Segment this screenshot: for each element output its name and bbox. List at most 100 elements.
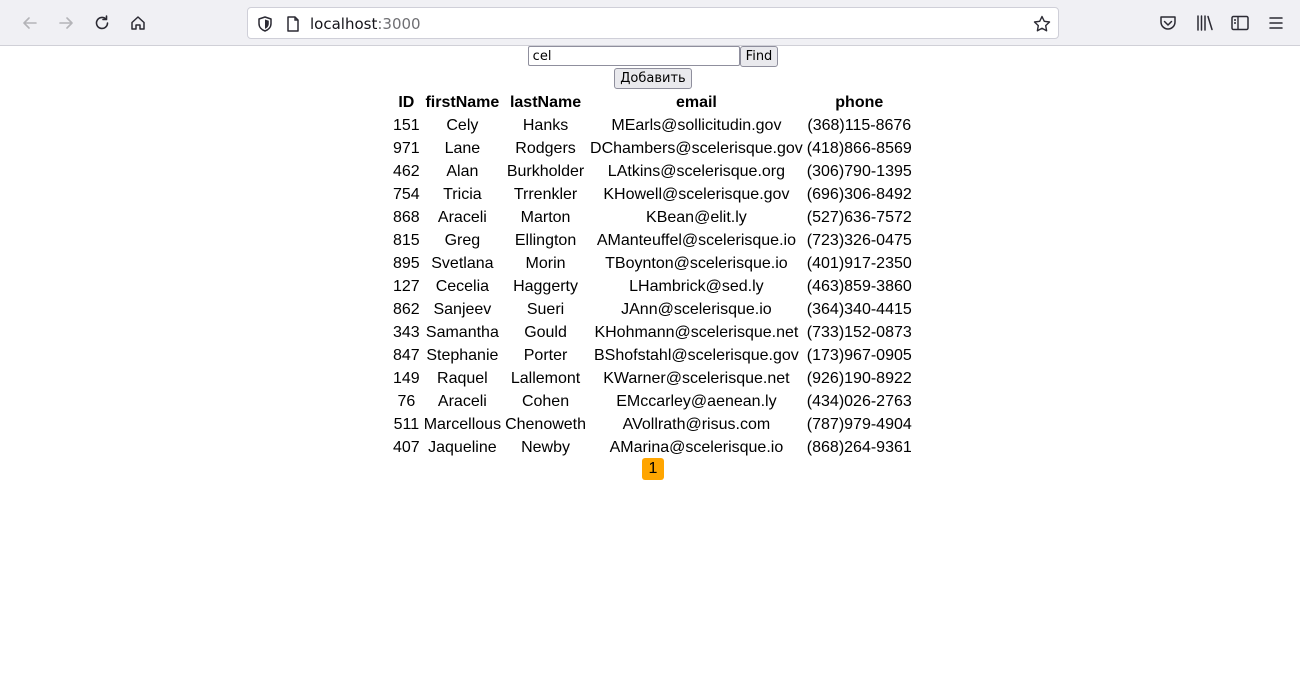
cell-email: MEarls@sollicitudin.gov [611,117,782,134]
url-text[interactable]: localhost:3000 [310,14,421,34]
forward-button[interactable] [52,9,80,37]
shield-icon[interactable] [256,15,274,33]
cell-email: KWarner@scelerisque.net [603,370,790,387]
cell-id: 754 [393,186,420,203]
column-header-email: email [675,94,717,111]
cell-firstname: Marcellous [423,416,502,433]
cell-phone: (434)026-2763 [806,393,912,410]
cell-phone: (787)979-4904 [806,416,912,433]
cell-lastname: Burkholder [506,163,585,180]
table-row: 895 Svetlana Morin TBoynton@scelerisque.io (… [392,253,913,274]
cell-lastname: Morin [525,255,566,272]
cell-firstname: Araceli [437,209,487,226]
add-button[interactable]: Добавить [614,68,692,89]
page-button-1[interactable]: 1 [642,458,664,480]
cell-id: 127 [393,278,420,295]
reload-icon [95,15,109,30]
cell-phone: (723)326-0475 [806,232,912,249]
library-icon[interactable] [1194,12,1216,34]
home-button[interactable] [124,9,152,37]
home-icon [131,16,145,30]
arrow-left-icon [23,17,37,29]
column-header-firstname: firstName [425,94,500,111]
cell-email: JAnn@scelerisque.io [621,301,772,318]
cell-firstname: Cely [446,117,479,134]
cell-phone: (463)859-3860 [806,278,912,295]
page-content: Find Добавить ID firstName lastName emai… [6,46,1300,700]
find-button[interactable]: Find [739,46,779,67]
cell-id: 76 [397,393,416,410]
table-row: 847 Stephanie Porter BShofstahl@scelerisque… [392,345,913,366]
sidebar-icon[interactable] [1229,12,1251,34]
cell-phone: (926)190-8922 [806,370,912,387]
table-row: 462 Alan Burkholder LAtkins@scelerisque.org… [392,161,913,182]
search-input[interactable] [527,46,740,66]
cell-email: AMarina@scelerisque.io [609,439,784,456]
cell-id: 343 [393,324,420,341]
cell-firstname: Raquel [437,370,488,387]
cell-lastname: Rodgers [515,140,576,157]
column-header-id: ID [398,94,415,111]
menu-icon[interactable] [1265,12,1287,34]
back-button[interactable] [16,9,44,37]
cell-firstname: Jaqueline [428,439,497,456]
cell-lastname: Haggerty [513,278,578,295]
cell-lastname: Sueri [526,301,565,318]
cell-id: 407 [393,439,420,456]
cell-phone: (868)264-9361 [806,439,912,456]
cell-email: DChambers@scelerisque.gov [590,140,803,157]
cell-email: BShofstahl@scelerisque.gov [594,347,799,364]
table-row: 868 Araceli Marton KBean@elit.ly (527)636-75… [392,207,913,228]
cell-lastname: Ellington [514,232,577,249]
reload-button[interactable] [88,9,116,37]
cell-firstname: Tricia [443,186,482,203]
cell-email: LAtkins@scelerisque.org [607,163,786,180]
cell-id: 511 [393,416,420,433]
address-bar[interactable]: localhost:3000 [247,7,1059,39]
cell-firstname: Svetlana [431,255,494,272]
cell-firstname: Greg [444,232,481,249]
table-row: 76 Araceli Cohen EMccarley@aenean.ly (434)02… [392,391,913,412]
add-row: Добавить [6,68,1300,89]
cell-lastname: Hanks [522,117,569,134]
cell-phone: (364)340-4415 [806,301,912,318]
cell-email: EMccarley@aenean.ly [616,393,777,410]
cell-firstname: Araceli [437,393,487,410]
table-row: 343 Samantha Gould KHohmann@scelerisque.net… [392,322,913,343]
cell-email: AVollrath@risus.com [622,416,771,433]
table-row: 511 Marcellous Chenoweth AVollrath@risus.co… [392,414,913,435]
cell-lastname: Trrenkler [513,186,578,203]
cell-phone: (418)866-8569 [806,140,912,157]
table-row: 127 Cecelia Haggerty LHambrick@sed.ly (463)8… [392,276,913,297]
cell-phone: (696)306-8492 [806,186,912,203]
table-row: 151 Cely Hanks MEarls@sollicitudin.gov (368)… [392,115,913,136]
cell-phone: (368)115-8676 [807,117,912,134]
cell-lastname: Cohen [521,393,570,410]
table-row: 971 Lane Rodgers DChambers@scelerisque.gov(… [392,138,913,159]
cell-firstname: Samantha [425,324,499,341]
cell-email: LHambrick@sed.ly [629,278,764,295]
table-body: 151 Cely Hanks MEarls@sollicitudin.gov (368)… [392,115,913,458]
cell-lastname: Lallemont [510,370,581,387]
cell-email: KHohmann@scelerisque.net [594,324,799,341]
url-host: localhost [310,15,378,33]
cell-lastname: Gould [524,324,567,341]
cell-id: 868 [393,209,420,226]
url-port: :3000 [377,15,421,33]
table-row: 407 Jaqueline Newby AMarina@scelerisque.io (… [392,437,913,458]
browser-toolbar: localhost:3000 [0,0,1300,46]
cell-id: 847 [393,347,420,364]
cell-phone: (733)152-0873 [806,324,912,341]
page-icon[interactable] [284,15,302,33]
bookmark-star-icon[interactable] [1032,14,1052,34]
cell-id: 971 [393,140,420,157]
cell-phone: (173)967-0905 [806,347,912,364]
table-row: 815 Greg Ellington AManteuffel@scelerisque.… [392,230,913,251]
cell-email: TBoynton@scelerisque.io [605,255,788,272]
pocket-icon[interactable] [1157,12,1179,34]
users-table: ID firstName lastName email phone 151 Cel… [390,90,915,460]
cell-id: 895 [393,255,420,272]
cell-email: KBean@elit.ly [646,209,747,226]
cell-lastname: Marton [520,209,571,226]
cell-lastname: Chenoweth [505,416,587,433]
